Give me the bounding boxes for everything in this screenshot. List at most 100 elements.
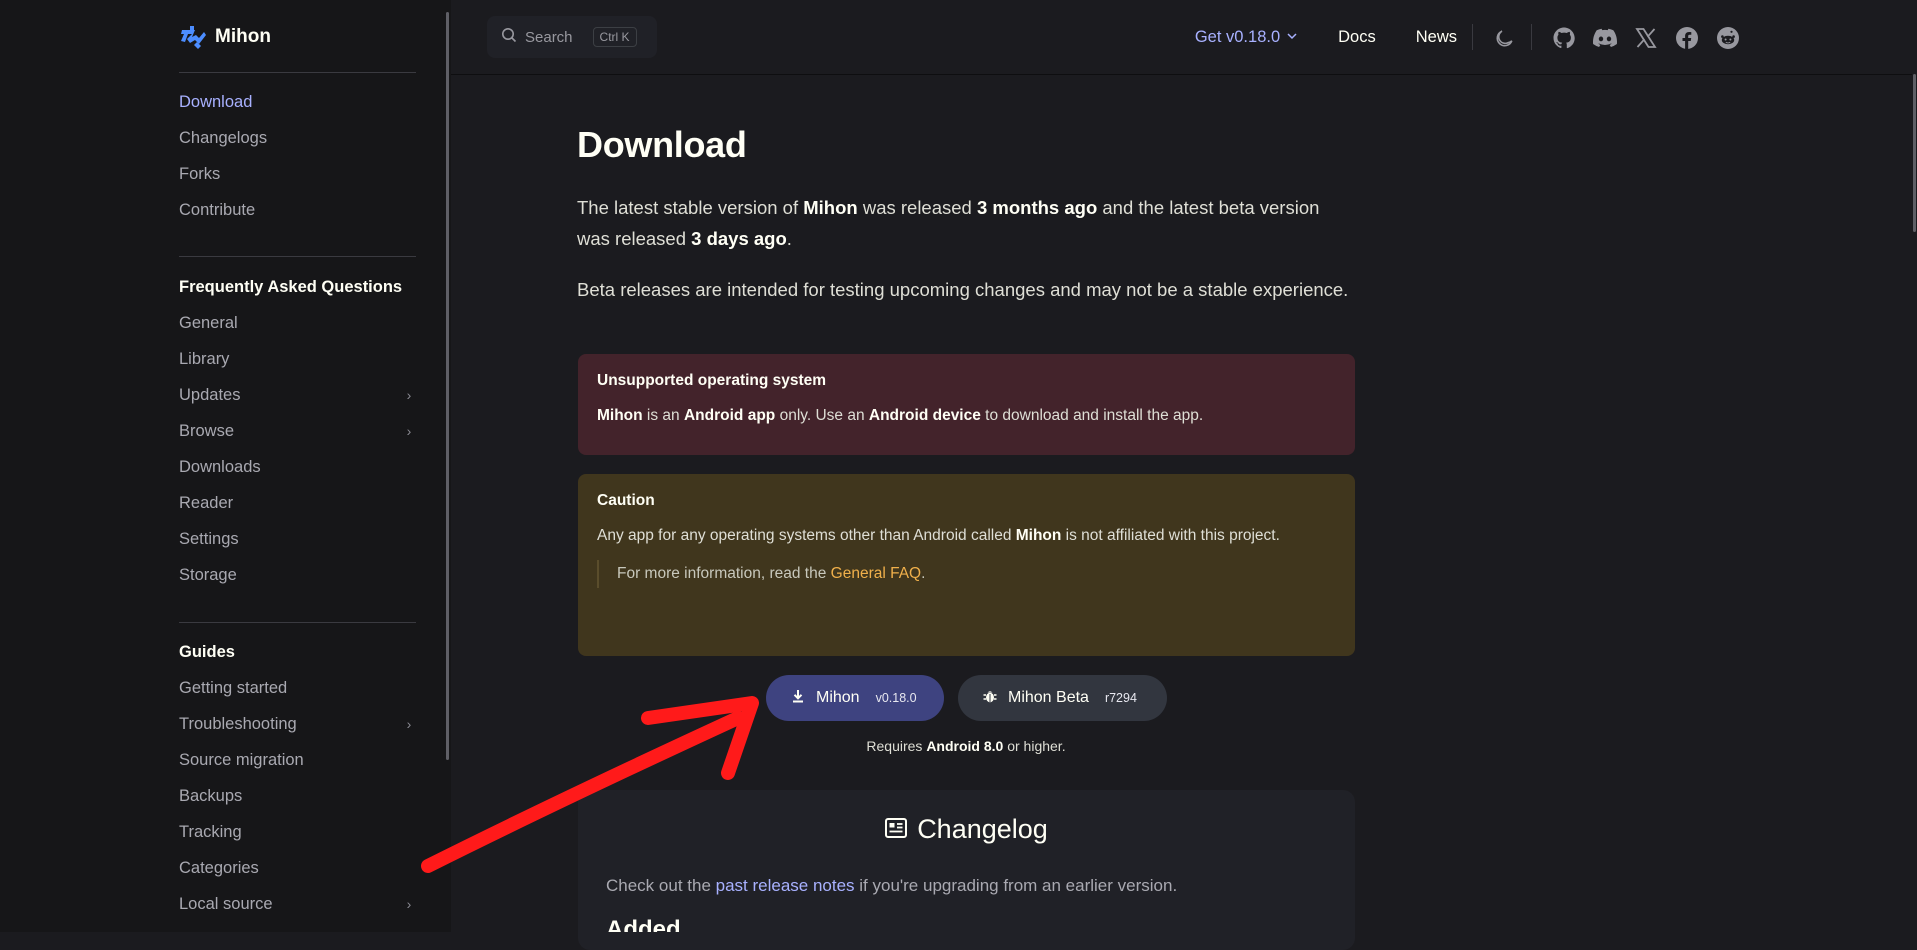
divider — [179, 622, 416, 623]
sidebar-item-label: Troubleshooting — [179, 714, 297, 733]
sidebar-item-label: Forks — [179, 164, 221, 183]
sidebar-item-label: Reader — [179, 493, 234, 512]
sidebar-item-label: Contribute — [179, 200, 256, 219]
intro-text: . — [786, 228, 792, 249]
get-version-label: Get v0.18.0 — [1194, 27, 1281, 46]
sidebar-item-downloads[interactable]: Downloads — [179, 449, 416, 485]
sidebar-item-general[interactable]: General — [179, 305, 416, 341]
search-button[interactable]: Search Ctrl K — [487, 16, 657, 58]
page-title: Download — [577, 124, 747, 165]
sidebar-heading-faq[interactable]: Frequently Asked Questions — [179, 269, 416, 305]
chevron-right-icon[interactable]: › — [402, 387, 416, 403]
moon-icon[interactable] — [1484, 17, 1525, 58]
sidebar-item-label: Getting started — [179, 678, 288, 697]
social-links — [1543, 17, 1748, 58]
search-shortcut: Ctrl K — [592, 27, 637, 47]
mihon-logo-icon — [179, 23, 207, 51]
android-version: Android 8.0 — [926, 738, 1004, 754]
sidebar-guides-group: Guides Getting started Troubleshooting › … — [179, 634, 416, 922]
sidebar-item-browse[interactable]: Browse › — [179, 413, 416, 449]
sidebar-item-label: Categories — [179, 858, 259, 877]
brand-link[interactable]: Mihon — [179, 20, 271, 54]
sidebar-scrollbar[interactable] — [446, 12, 449, 760]
sidebar-item-getting-started[interactable]: Getting started — [179, 670, 416, 706]
nav-docs-link[interactable]: Docs — [1318, 28, 1396, 47]
discord-icon[interactable] — [1584, 17, 1625, 58]
button-label: Mihon Beta — [1008, 689, 1089, 706]
nav-links: Get v0.18.0 Docs News — [1175, 0, 1477, 74]
sidebar-item-changelogs[interactable]: Changelogs — [179, 120, 416, 156]
sidebar-item-storage[interactable]: Storage — [179, 557, 416, 593]
button-label: Mihon — [816, 689, 860, 706]
changelog-text-part: if you're upgrading from an earlier vers… — [854, 876, 1178, 895]
sidebar-item-tracking[interactable]: Tracking — [179, 814, 416, 850]
caution-callout: Caution Any app for any operating system… — [578, 474, 1355, 656]
callout-title: Unsupported operating system — [597, 372, 827, 389]
chevron-right-icon[interactable]: › — [402, 423, 416, 439]
sidebar-item-contribute[interactable]: Contribute — [179, 192, 416, 228]
reddit-icon[interactable] — [1707, 17, 1748, 58]
facebook-icon[interactable] — [1666, 17, 1707, 58]
nav-news-link[interactable]: News — [1396, 28, 1477, 47]
changelog-text-part: Check out the — [606, 876, 716, 895]
faq-quote: For more information, read the General F… — [597, 560, 1336, 588]
sidebar-item-label: Local source — [179, 894, 273, 913]
sidebar-item-label: Downloads — [179, 457, 261, 476]
chevron-right-icon[interactable]: › — [402, 716, 416, 732]
x-icon[interactable] — [1625, 17, 1666, 58]
callout-text-part: to download and install the app. — [980, 407, 1204, 424]
sidebar-item-troubleshooting[interactable]: Troubleshooting › — [179, 706, 416, 742]
sidebar-item-label: Changelogs — [179, 128, 268, 147]
callout-text-part: is not affiliated with this project. — [1061, 527, 1280, 544]
android-device: Android device — [868, 407, 981, 424]
changelog-card: Changelog Check out the past release not… — [578, 790, 1355, 950]
sidebar-item-label: Backups — [179, 786, 243, 805]
sidebar-item-source-migration[interactable]: Source migration — [179, 742, 416, 778]
divider — [1472, 24, 1473, 50]
sidebar-item-forks[interactable]: Forks — [179, 156, 416, 192]
sidebar-item-updates[interactable]: Updates › — [179, 377, 416, 413]
requirement-text: Requires — [866, 738, 927, 754]
sidebar-item-label: Settings — [179, 529, 239, 548]
general-faq-link[interactable]: General FAQ — [831, 565, 921, 582]
sidebar-item-label: Tracking — [179, 822, 242, 841]
callout-text-part: Any app for any operating systems other … — [597, 527, 1016, 544]
sidebar-item-categories[interactable]: Categories — [179, 850, 416, 886]
get-version-menu[interactable]: Get v0.18.0 — [1175, 28, 1318, 47]
sidebar-item-label: Storage — [179, 565, 237, 584]
button-version: v0.18.0 — [875, 691, 917, 705]
sidebar-item-download[interactable]: Download — [179, 84, 416, 120]
callout-title: Caution — [597, 492, 655, 509]
sidebar-item-settings[interactable]: Settings — [179, 521, 416, 557]
changelog-text: Check out the past release notes if you'… — [606, 876, 1177, 896]
download-beta-button[interactable]: Mihon Beta r7294 — [958, 675, 1167, 721]
past-release-notes-link[interactable]: past release notes — [716, 876, 855, 895]
download-stable-button[interactable]: Mihon v0.18.0 — [766, 675, 944, 721]
intro-app-name: Mihon — [803, 197, 858, 218]
divider — [179, 72, 416, 73]
sidebar: Mihon Download Changelogs Forks Contribu… — [0, 0, 451, 932]
github-icon[interactable] — [1543, 17, 1584, 58]
bug-icon — [982, 688, 998, 709]
quote-text: For more information, read the — [617, 565, 831, 582]
search-label: Search — [525, 28, 573, 46]
sidebar-item-label: Download — [179, 92, 253, 111]
unsupported-os-callout: Unsupported operating system Mihon is an… — [578, 354, 1355, 455]
app-name: Mihon — [597, 407, 643, 424]
changelog-subheading: Added — [606, 916, 681, 932]
sidebar-item-backups[interactable]: Backups — [179, 778, 416, 814]
intro-paragraph: The latest stable version of Mihon was r… — [577, 192, 1355, 254]
sidebar-item-label: General — [179, 313, 238, 332]
sidebar-item-reader[interactable]: Reader — [179, 485, 416, 521]
page-scrollbar[interactable] — [1913, 74, 1916, 232]
chevron-down-icon — [1286, 28, 1298, 47]
sidebar-item-library[interactable]: Library — [179, 341, 416, 377]
sidebar-item-label: Library — [179, 349, 230, 368]
sidebar-heading-guides[interactable]: Guides — [179, 634, 416, 670]
sidebar-item-local-source[interactable]: Local source › — [179, 886, 416, 922]
chevron-right-icon[interactable]: › — [402, 896, 416, 912]
button-version: r7294 — [1104, 691, 1137, 705]
android-app: Android app — [683, 407, 776, 424]
sidebar-item-label: Source migration — [179, 750, 304, 769]
divider — [179, 256, 416, 257]
